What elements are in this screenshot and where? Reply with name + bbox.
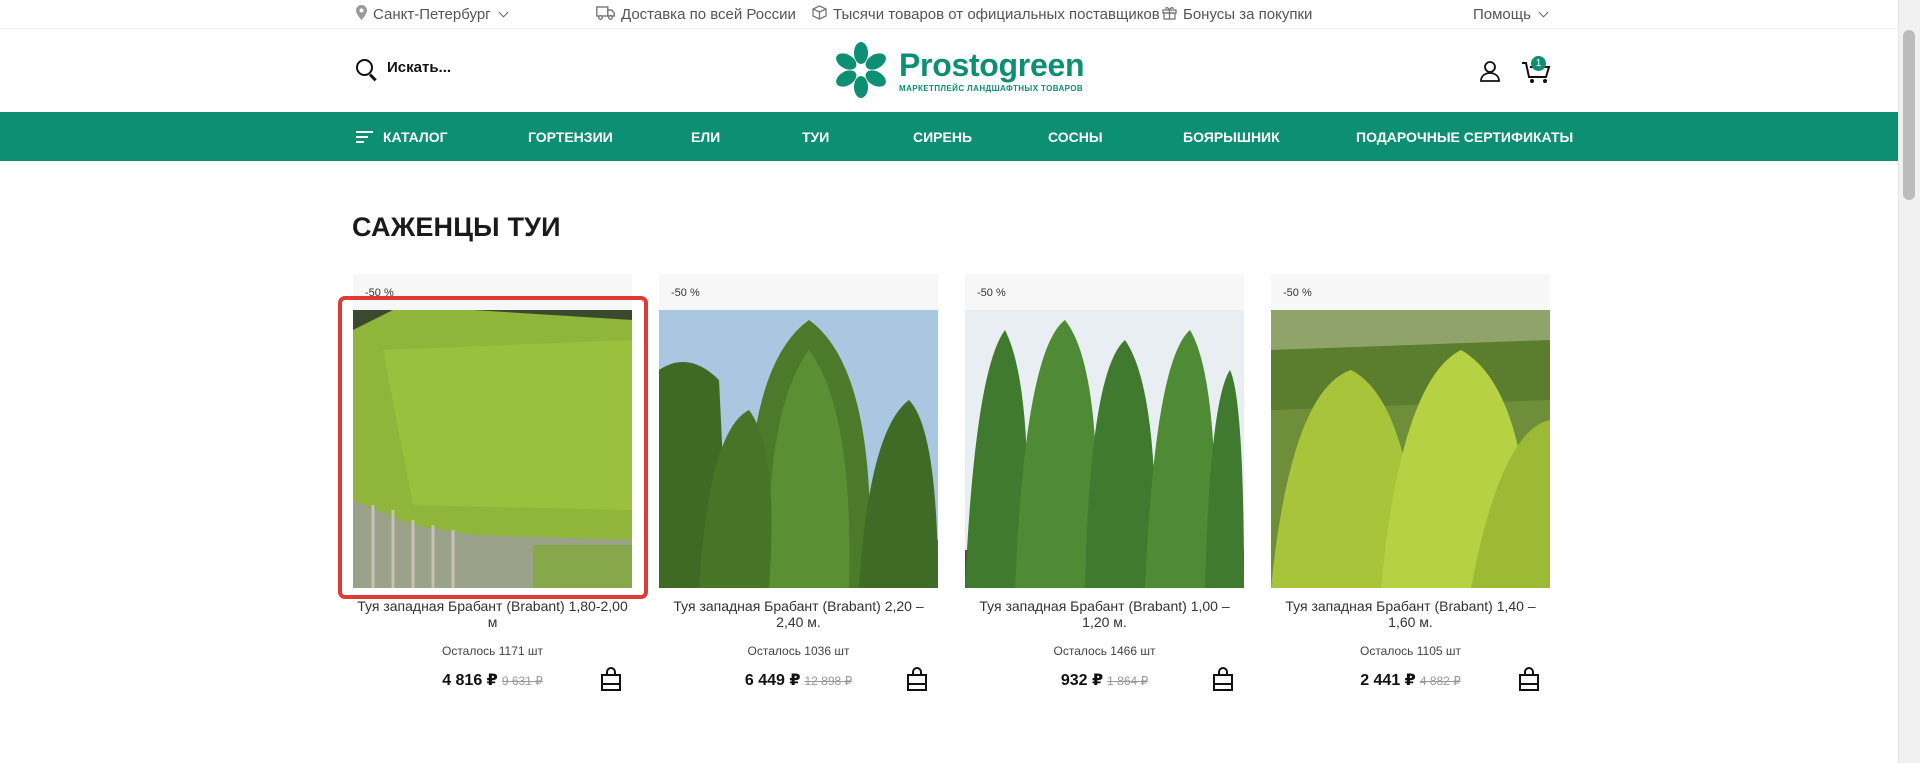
- truck-icon: [596, 5, 615, 24]
- add-to-cart-bag-icon[interactable]: [1518, 667, 1540, 691]
- product-card[interactable]: -50 % Туя западная Брабант (Brabant) 2,2…: [659, 274, 938, 714]
- product-card[interactable]: -50 % Туя западная Брабант (Brabant) 1,8…: [353, 274, 632, 714]
- price-block: 2 441 ₽4 882 ₽: [1271, 670, 1550, 690]
- user-account-icon[interactable]: [1479, 60, 1501, 82]
- suppliers-info[interactable]: Тысячи товаров от официальных поставщико…: [812, 0, 1160, 29]
- delivery-label: Доставка по всей России: [621, 6, 796, 23]
- page-scrollbar[interactable]: [1898, 0, 1920, 763]
- current-price: 2 441 ₽: [1360, 672, 1416, 689]
- suppliers-label: Тысячи товаров от официальных поставщико…: [833, 6, 1160, 23]
- search-label: Искать...: [387, 59, 452, 76]
- old-price: 4 882 ₽: [1419, 674, 1461, 688]
- top-bar: Санкт-Петербург Доставка по всей России …: [0, 0, 1898, 29]
- stock-count: Осталось 1466 шт: [1053, 644, 1156, 658]
- search-icon: [356, 59, 373, 76]
- product-image[interactable]: [965, 310, 1244, 588]
- site-logo[interactable]: Prostogreen МАРКЕТПЛЕЙС ЛАНДШАФТНЫХ ТОВА…: [833, 42, 1084, 98]
- page-title: САЖЕНЦЫ ТУИ: [352, 212, 561, 242]
- help-label: Помощь: [1473, 6, 1531, 23]
- nav-item-hawthorn[interactable]: БОЯРЫШНИК: [1183, 112, 1280, 161]
- nav-item-label: ЕЛИ: [691, 128, 721, 145]
- scrollbar-thumb[interactable]: [1903, 30, 1915, 200]
- nav-item-label: БОЯРЫШНИК: [1183, 128, 1280, 145]
- nav-item-label: ПОДАРОЧНЫЕ СЕРТИФИКАТЫ: [1356, 128, 1574, 145]
- price-block: 4 816 ₽9 631 ₽: [353, 670, 632, 690]
- product-name[interactable]: Туя западная Брабант (Brabant) 1,80-2,00…: [353, 598, 632, 630]
- product-name[interactable]: Туя западная Брабант (Brabant) 1,40 – 1,…: [1271, 598, 1550, 630]
- nav-item-label: КАТАЛОГ: [383, 128, 448, 145]
- city-selector[interactable]: Санкт-Петербург: [356, 0, 509, 29]
- gift-icon: [1162, 5, 1177, 24]
- delivery-info[interactable]: Доставка по всей России: [596, 0, 796, 29]
- price-block: 6 449 ₽12 898 ₽: [659, 670, 938, 690]
- brand-tagline: МАРКЕТПЛЕЙС ЛАНДШАФТНЫХ ТОВАРОВ: [899, 83, 1084, 93]
- logo-leaves-icon: [833, 42, 889, 98]
- nav-item-hydrangeas[interactable]: ГОРТЕНЗИИ: [528, 112, 613, 161]
- old-price: 1 864 ₽: [1107, 674, 1149, 688]
- bonuses-info[interactable]: Бонусы за покупки: [1162, 0, 1312, 29]
- product-name[interactable]: Туя западная Брабант (Brabant) 2,20 – 2,…: [659, 598, 938, 630]
- nav-item-spruces[interactable]: ЕЛИ: [691, 112, 720, 161]
- nav-item-label: ТУИ: [802, 128, 830, 145]
- nav-item-lilacs[interactable]: СИРЕНЬ: [913, 112, 972, 161]
- search-button[interactable]: Искать...: [356, 59, 451, 76]
- stock-count: Осталось 1036 шт: [747, 644, 850, 658]
- discount-badge: -50 %: [659, 274, 938, 310]
- discount-badge: -50 %: [1271, 274, 1550, 310]
- bonuses-label: Бонусы за покупки: [1183, 6, 1313, 23]
- main-nav: КАТАЛОГ ГОРТЕНЗИИ ЕЛИ ТУИ СИРЕНЬ СОСНЫ Б…: [0, 112, 1898, 161]
- add-to-cart-bag-icon[interactable]: [1212, 667, 1234, 691]
- current-price: 6 449 ₽: [744, 672, 801, 689]
- chevron-down-icon: [498, 7, 509, 18]
- discount-label: -50 %: [977, 287, 1006, 299]
- nav-item-label: ГОРТЕНЗИИ: [528, 128, 613, 145]
- menu-icon: [356, 128, 373, 146]
- nav-item-pines[interactable]: СОСНЫ: [1048, 112, 1103, 161]
- discount-badge: -50 %: [353, 274, 632, 310]
- old-price: 9 631 ₽: [501, 674, 543, 688]
- stock-count: Осталось 1171 шт: [441, 644, 544, 658]
- site-header: Искать... Prostogreen МАРКЕТПЛЕЙС ЛАНДША…: [0, 29, 1898, 112]
- product-image[interactable]: [1271, 310, 1550, 588]
- chevron-down-icon: [1538, 7, 1549, 18]
- brand-name: Prostogreen: [899, 46, 1085, 83]
- add-to-cart-bag-icon[interactable]: [906, 667, 928, 691]
- discount-label: -50 %: [365, 287, 394, 299]
- price-block: 932 ₽1 864 ₽: [965, 670, 1244, 690]
- current-price: 4 816 ₽: [442, 672, 498, 689]
- discount-label: -50 %: [1283, 287, 1312, 299]
- nav-item-catalog[interactable]: КАТАЛОГ: [356, 112, 448, 161]
- help-menu[interactable]: Помощь: [1473, 0, 1549, 29]
- discount-label: -50 %: [671, 287, 700, 299]
- current-price: 932 ₽: [1060, 672, 1104, 689]
- box-icon: [812, 5, 827, 24]
- discount-badge: -50 %: [965, 274, 1244, 310]
- nav-item-label: СИРЕНЬ: [913, 128, 973, 145]
- product-card[interactable]: -50 % Туя западная Брабант (Brabant) 1,0…: [965, 274, 1244, 714]
- add-to-cart-bag-icon[interactable]: [600, 667, 622, 691]
- location-pin-icon: [356, 5, 367, 24]
- product-card[interactable]: -50 % Туя западная Брабант (Brabant) 1,4…: [1271, 274, 1550, 714]
- old-price: 12 898 ₽: [804, 674, 853, 688]
- stock-count: Осталось 1105 шт: [1359, 644, 1462, 658]
- nav-item-gift-certificates[interactable]: ПОДАРОЧНЫЕ СЕРТИФИКАТЫ: [1356, 112, 1573, 161]
- nav-item-thujas[interactable]: ТУИ: [802, 112, 829, 161]
- product-name[interactable]: Туя западная Брабант (Brabant) 1,00 – 1,…: [965, 598, 1244, 630]
- nav-item-label: СОСНЫ: [1048, 128, 1103, 145]
- product-image[interactable]: [353, 310, 632, 588]
- product-image[interactable]: [659, 310, 938, 588]
- city-label: Санкт-Петербург: [373, 6, 491, 23]
- cart-count-badge: 1: [1531, 56, 1546, 71]
